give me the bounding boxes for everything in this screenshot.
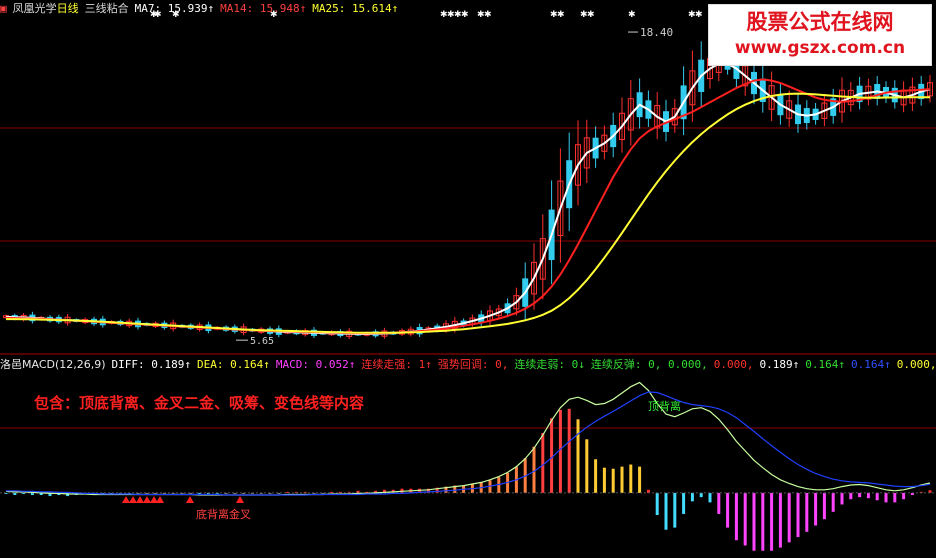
candlestick-series (3, 41, 933, 339)
macd-bar (567, 408, 571, 493)
watermark-title: 股票公式在线网 (746, 10, 894, 34)
stock-name[interactable]: 凤凰光学 (13, 2, 57, 15)
signal-marks: ✱✱ ✱ ✱ ✱ ✱ ✱ ✱ ✱ ✱ ✱ ✱ ✱ ✱ ✱ ✱ ✱ (122, 10, 703, 503)
top-divergence-label: 顶背离 (648, 400, 681, 413)
macd-bar (752, 492, 756, 551)
macd-bar (778, 492, 782, 548)
signal-mark: ✱ (628, 10, 636, 20)
signal-mark: ✱ (587, 10, 595, 20)
signal-mark: ✱ (557, 10, 565, 20)
macd-bar (655, 492, 659, 515)
macd-bar (682, 492, 686, 514)
macd-bar (893, 492, 897, 503)
buy-signal-triangle (122, 496, 130, 503)
buy-signal-triangle (143, 496, 151, 503)
dea-value: DEA: 0.164↑ (197, 358, 270, 371)
macd-bar (840, 492, 844, 505)
macd-bar (585, 439, 589, 493)
chart-corner-icon: ▣ (0, 2, 7, 15)
macd-bar (849, 492, 853, 500)
ma14-value: MA14: 15.948↑ (220, 2, 307, 15)
buy-signal-triangle (136, 496, 144, 503)
stock-chart[interactable]: ✱✱ ✱ ✱ ✱ ✱ ✱ ✱ ✱ ✱ ✱ ✱ ✱ ✱ ✱ ✱ ✱ 18.405.65 (0, 0, 936, 558)
macd-bar (743, 492, 747, 546)
tail-values: 0.000, 0.0 (896, 358, 936, 371)
macd-bar (734, 492, 738, 541)
signal-mark: ✱ (695, 10, 703, 20)
macd-bar (664, 492, 668, 530)
macd-bar (699, 492, 703, 498)
macd-bar (602, 467, 606, 493)
feature-description: 包含：顶底背离、金叉二金、吸筹、变色线等内容 (34, 394, 365, 412)
signal-mark: ✱ (461, 10, 469, 20)
grid-lines (0, 127, 936, 429)
macd-bar (550, 418, 554, 493)
buy-signal-triangle (156, 496, 164, 503)
buy-signal-triangle (236, 496, 244, 503)
macd-bar (638, 466, 642, 493)
macd-header: 洛邑MACD(12,26,9) DIFF: 0.189↑ DEA: 0.164↑ MA… (0, 357, 936, 373)
ma-line-ma25 (6, 92, 930, 334)
diff-repeat: 0.189↑ (759, 358, 800, 371)
macd-bar (761, 492, 765, 551)
macd-bar (690, 492, 694, 502)
macd-bar (831, 492, 835, 512)
macd-bar (866, 492, 870, 499)
macd-bar (673, 492, 677, 528)
macd-histogram (0, 408, 936, 551)
macd-repeat: 0.164↑ (850, 358, 891, 371)
lianxu-zouruo: 连续走弱: 0↓ (514, 358, 585, 371)
signal-mark: ✱ (484, 10, 492, 20)
macd-title[interactable]: 洛邑MACD(12,26,9) (0, 358, 106, 371)
ma7-value: MA7: 15.939↑ (134, 2, 215, 15)
macd-bar (787, 492, 791, 543)
macd-bar (858, 492, 862, 498)
low-price-label: 5.65 (250, 336, 274, 347)
site-watermark: 股票公式在线网 www.gszx.com.cn (708, 4, 932, 66)
macd-bar (541, 432, 545, 493)
watermark-url: www.gszx.com.cn (734, 38, 906, 58)
lianxu-zouqiang: 连续走强: 1↑ (361, 358, 432, 371)
macd-bar (805, 492, 809, 532)
diff-value: DIFF: 0.189↑ (111, 358, 192, 371)
macd-bar (532, 446, 536, 493)
macd-bar (875, 492, 879, 501)
ma25-value: MA25: 15.614↑ (312, 2, 399, 15)
macd-bar (796, 492, 800, 538)
buy-signal-triangle (186, 496, 194, 503)
indicator-name[interactable]: 三线粘合 (85, 2, 129, 15)
macd-bar (717, 492, 721, 514)
macd-bar (558, 409, 562, 493)
high-price-label: 18.40 (640, 26, 673, 39)
macd-bar (629, 464, 633, 493)
macd-bar (611, 468, 615, 493)
macd-bar (620, 466, 624, 493)
macd-bar (814, 492, 818, 526)
buy-signal-triangle (129, 496, 137, 503)
macd-bar (770, 492, 774, 551)
macd-bar (822, 492, 826, 520)
zero-value: 0.000, (713, 358, 754, 371)
main-chart-header: ▣ 凤凰光学日线 三线粘合 MA7: 15.939↑ MA14: 15.948↑ MA25… (0, 1, 404, 17)
macd-bar (576, 419, 580, 493)
bottom-signal-label: 底背离金叉 (196, 508, 251, 521)
macd-bar (902, 492, 906, 500)
macd-value: MACD: 0.052↑ (275, 358, 356, 371)
lianxu-fantan: 连续反弹: 0, 0.000, (590, 358, 708, 371)
macd-bar (708, 492, 712, 503)
qiangshi-huitiao: 强势回调: 0, (437, 358, 509, 371)
macd-bar (726, 492, 730, 528)
macd-bar (884, 492, 888, 503)
dea-repeat: 0.164↑ (805, 358, 845, 371)
period-label[interactable]: 日线 (57, 2, 79, 15)
macd-bar (594, 459, 598, 493)
